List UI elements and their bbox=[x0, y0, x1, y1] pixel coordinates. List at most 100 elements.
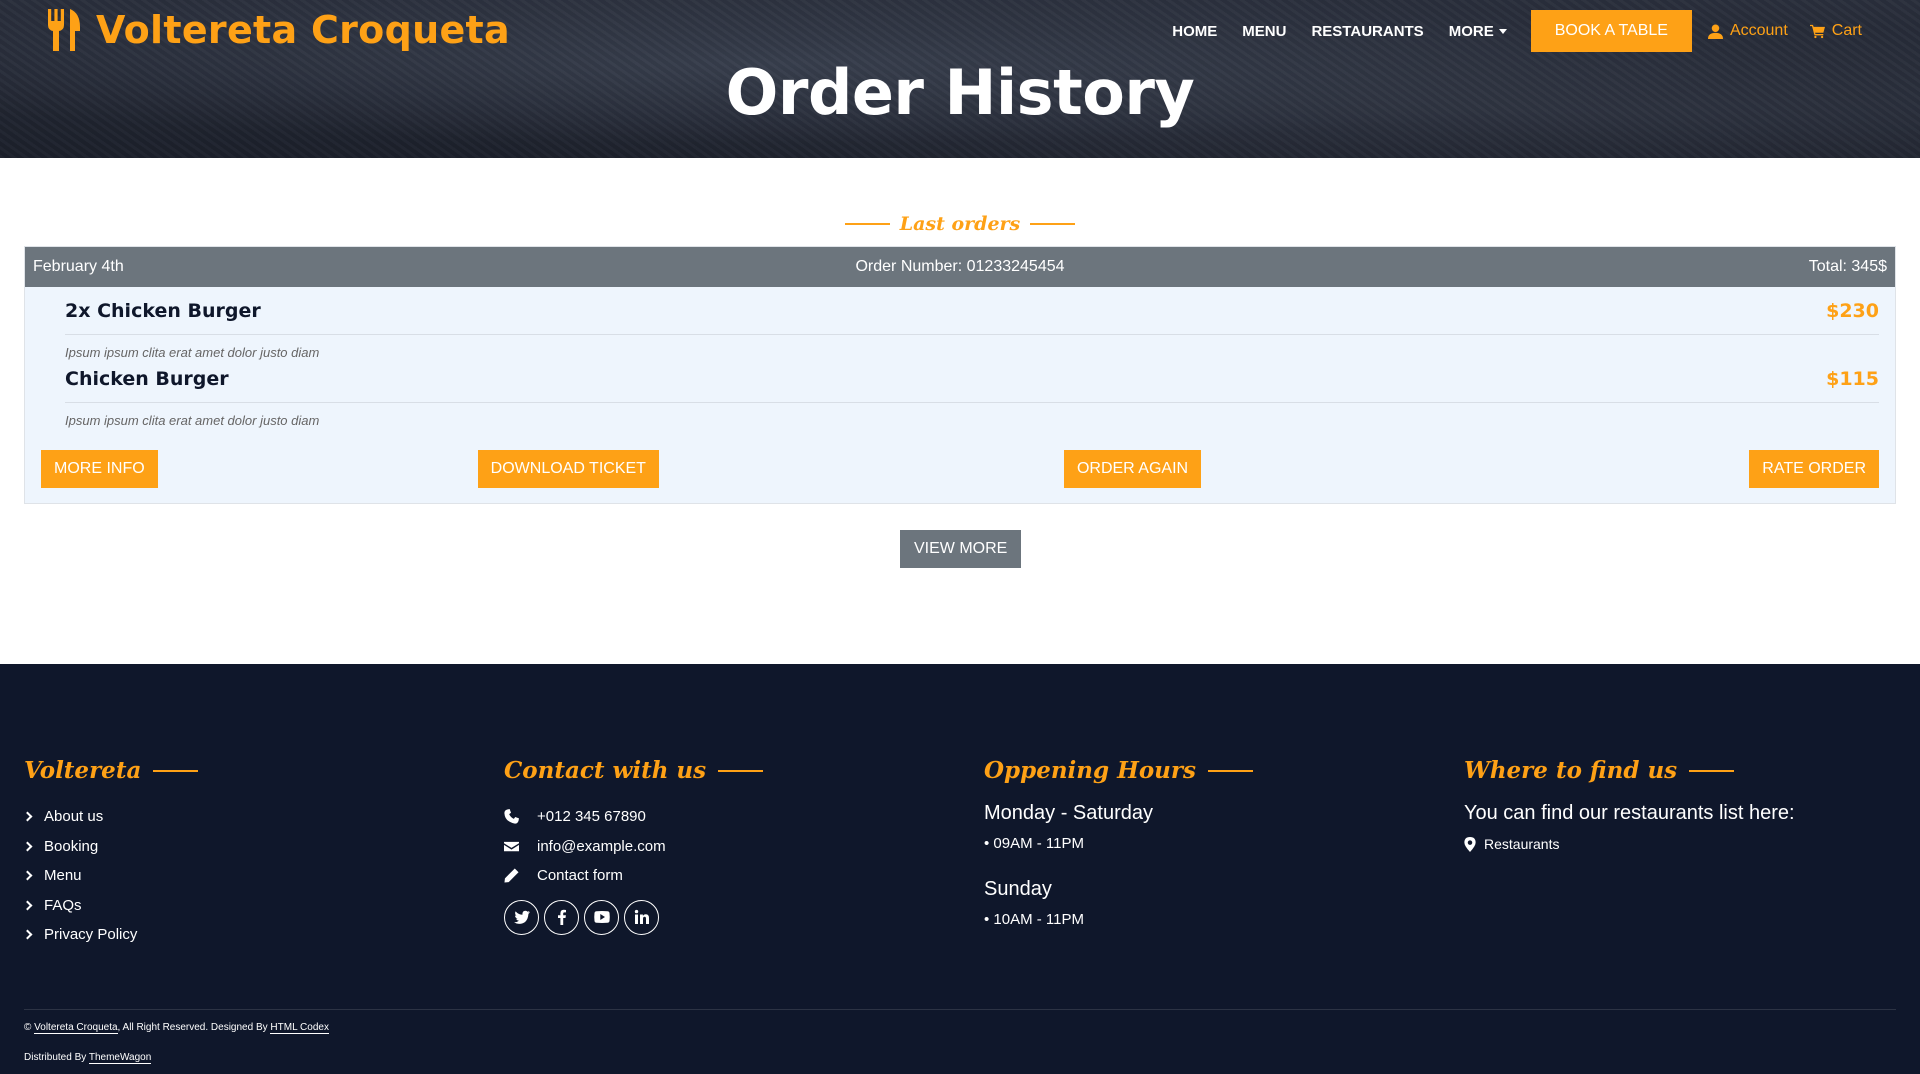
footer-links-title: Voltereta bbox=[24, 757, 142, 784]
contact-form-text: Contact form bbox=[537, 867, 623, 885]
footer-divider bbox=[24, 1009, 1896, 1010]
section-subtitle: Last orders bbox=[0, 213, 1920, 235]
footer-link-booking[interactable]: Booking bbox=[22, 832, 198, 862]
footer-link-privacy[interactable]: Privacy Policy bbox=[22, 920, 198, 950]
footer-link-faqs[interactable]: FAQs bbox=[22, 891, 198, 921]
contact-phone[interactable]: +012 345 67890 bbox=[504, 802, 763, 832]
section-subtitle-text: Last orders bbox=[899, 213, 1021, 235]
footer-col-contact: Contact with us +012 345 67890 info@exam… bbox=[504, 757, 764, 935]
contact-phone-text: +012 345 67890 bbox=[537, 808, 646, 826]
distributed-line: Distributed By ThemeWagon bbox=[24, 1052, 152, 1064]
download-ticket-button[interactable]: DOWNLOAD TICKET bbox=[477, 450, 659, 488]
restaurants-link-label: Restaurants bbox=[1484, 836, 1560, 852]
find-us-text: You can find our restaurants list here: bbox=[1464, 802, 1795, 824]
order-card: February 4th Order Number: 01233245454 T… bbox=[24, 246, 1896, 504]
brand-name: Voltereta Croqueta bbox=[96, 8, 510, 52]
designer-link[interactable]: HTML Codex bbox=[270, 1022, 329, 1034]
item-price: $230 bbox=[1826, 299, 1879, 322]
youtube-icon bbox=[593, 911, 610, 923]
social-links bbox=[504, 899, 763, 935]
subtitle-line-right bbox=[1030, 223, 1076, 225]
footer-hours-title: Oppening Hours bbox=[984, 757, 1196, 784]
copyright-symbol: © bbox=[24, 1022, 32, 1033]
book-table-button[interactable]: BOOK A TABLE bbox=[1530, 10, 1692, 52]
linkedin-button[interactable] bbox=[624, 899, 659, 935]
twitter-button[interactable] bbox=[504, 899, 539, 935]
facebook-button[interactable] bbox=[544, 899, 579, 935]
footer-link-label: Privacy Policy bbox=[44, 926, 138, 944]
chevron-right-icon bbox=[22, 841, 33, 852]
nav-more-label: MORE bbox=[1448, 22, 1494, 40]
youtube-button[interactable] bbox=[584, 899, 619, 935]
hours-day-sunday: Sunday bbox=[984, 878, 1052, 900]
hero-header: Voltereta Croqueta HOME MENU RESTAURANTS… bbox=[0, 0, 1920, 158]
footer-contact-title: Contact with us bbox=[504, 757, 707, 784]
order-date: February 4th bbox=[33, 258, 124, 275]
contact-email-text: info@example.com bbox=[537, 837, 666, 855]
nav-restaurants[interactable]: RESTAURANTS bbox=[1311, 23, 1423, 40]
envelope-icon bbox=[504, 841, 519, 851]
nav-more-dropdown[interactable]: MORE bbox=[1449, 23, 1507, 40]
heading-line bbox=[153, 769, 199, 772]
footer-link-about[interactable]: About us bbox=[22, 802, 198, 832]
chevron-right-icon bbox=[22, 900, 33, 911]
order-again-button[interactable]: ORDER AGAIN bbox=[1063, 450, 1202, 488]
order-history-section: Last orders February 4th Order Number: 0… bbox=[0, 158, 1920, 664]
copyright-text: , All Right Reserved. Designed By bbox=[117, 1022, 268, 1033]
page-title: Order History bbox=[725, 56, 1195, 129]
facebook-icon bbox=[557, 909, 566, 925]
account-link[interactable]: Account bbox=[1707, 22, 1788, 40]
heading-line bbox=[1207, 769, 1253, 772]
copyright-brand-link[interactable]: Voltereta Croqueta bbox=[34, 1022, 118, 1034]
footer-location-title: Where to find us bbox=[1464, 757, 1678, 784]
footer-link-label: FAQs bbox=[44, 896, 82, 914]
map-marker-icon bbox=[1464, 836, 1476, 852]
footer-col-links: Voltereta About us Booking Menu FAQs Pri… bbox=[22, 757, 199, 950]
footer-link-label: Menu bbox=[44, 867, 82, 885]
heading-line bbox=[1689, 769, 1735, 772]
user-icon bbox=[1707, 23, 1723, 39]
footer-col-hours: Oppening Hours Monday - Saturday • 09AM … bbox=[984, 757, 1253, 928]
chevron-right-icon bbox=[22, 870, 33, 881]
copyright-line: © Voltereta Croqueta, All Right Reserved… bbox=[24, 1022, 329, 1034]
utensils-icon bbox=[48, 9, 80, 51]
footer-link-label: About us bbox=[44, 808, 104, 826]
item-price: $115 bbox=[1826, 367, 1879, 390]
order-actions: MORE INFO DOWNLOAD TICKET ORDER AGAIN RA… bbox=[41, 450, 1879, 488]
chevron-right-icon bbox=[22, 929, 33, 940]
item-description: Ipsum ipsum clita erat amet dolor justo … bbox=[65, 413, 320, 428]
restaurants-link[interactable]: Restaurants bbox=[1464, 836, 1795, 852]
hours-day-weekday: Monday - Saturday bbox=[984, 802, 1153, 824]
cart-label: Cart bbox=[1831, 22, 1862, 39]
subtitle-line-left bbox=[844, 223, 890, 225]
account-label: Account bbox=[1729, 22, 1788, 39]
twitter-icon bbox=[513, 910, 530, 924]
footer-link-menu[interactable]: Menu bbox=[22, 861, 198, 891]
hours-time-weekday: • 09AM - 11PM bbox=[984, 835, 1085, 852]
brand-logo[interactable]: Voltereta Croqueta bbox=[46, 8, 510, 52]
nav-home[interactable]: HOME bbox=[1172, 23, 1217, 40]
order-header: February 4th Order Number: 01233245454 T… bbox=[25, 247, 1895, 287]
nav-menu[interactable]: MENU bbox=[1242, 23, 1286, 40]
site-footer: Voltereta About us Booking Menu FAQs Pri… bbox=[0, 664, 1920, 1074]
chevron-right-icon bbox=[22, 811, 33, 822]
distributed-text: Distributed By bbox=[24, 1052, 87, 1063]
caret-down-icon bbox=[1498, 28, 1507, 34]
cart-icon bbox=[1809, 24, 1825, 38]
item-name: Chicken Burger bbox=[65, 367, 229, 390]
contact-form-link[interactable]: Contact form bbox=[504, 861, 763, 891]
rate-order-button[interactable]: RATE ORDER bbox=[1749, 450, 1879, 488]
contact-email[interactable]: info@example.com bbox=[504, 832, 763, 862]
view-more-button[interactable]: VIEW MORE bbox=[900, 530, 1022, 568]
item-name: 2x Chicken Burger bbox=[65, 299, 261, 322]
order-item: 2x Chicken Burger $230 Ipsum ipsum clita… bbox=[65, 287, 1879, 360]
more-info-button[interactable]: MORE INFO bbox=[41, 450, 158, 488]
cart-link[interactable]: Cart bbox=[1809, 22, 1862, 40]
hours-time-sunday: • 10AM - 11PM bbox=[984, 911, 1085, 928]
heading-line bbox=[718, 769, 764, 772]
pencil-icon bbox=[504, 868, 519, 883]
order-item: Chicken Burger $115 Ipsum ipsum clita er… bbox=[65, 355, 1879, 428]
main-nav: HOME MENU RESTAURANTS MORE BOOK A TABLE … bbox=[1147, 10, 1862, 52]
order-number: Order Number: 01233245454 bbox=[855, 258, 1065, 275]
distributor-link[interactable]: ThemeWagon bbox=[88, 1052, 152, 1064]
